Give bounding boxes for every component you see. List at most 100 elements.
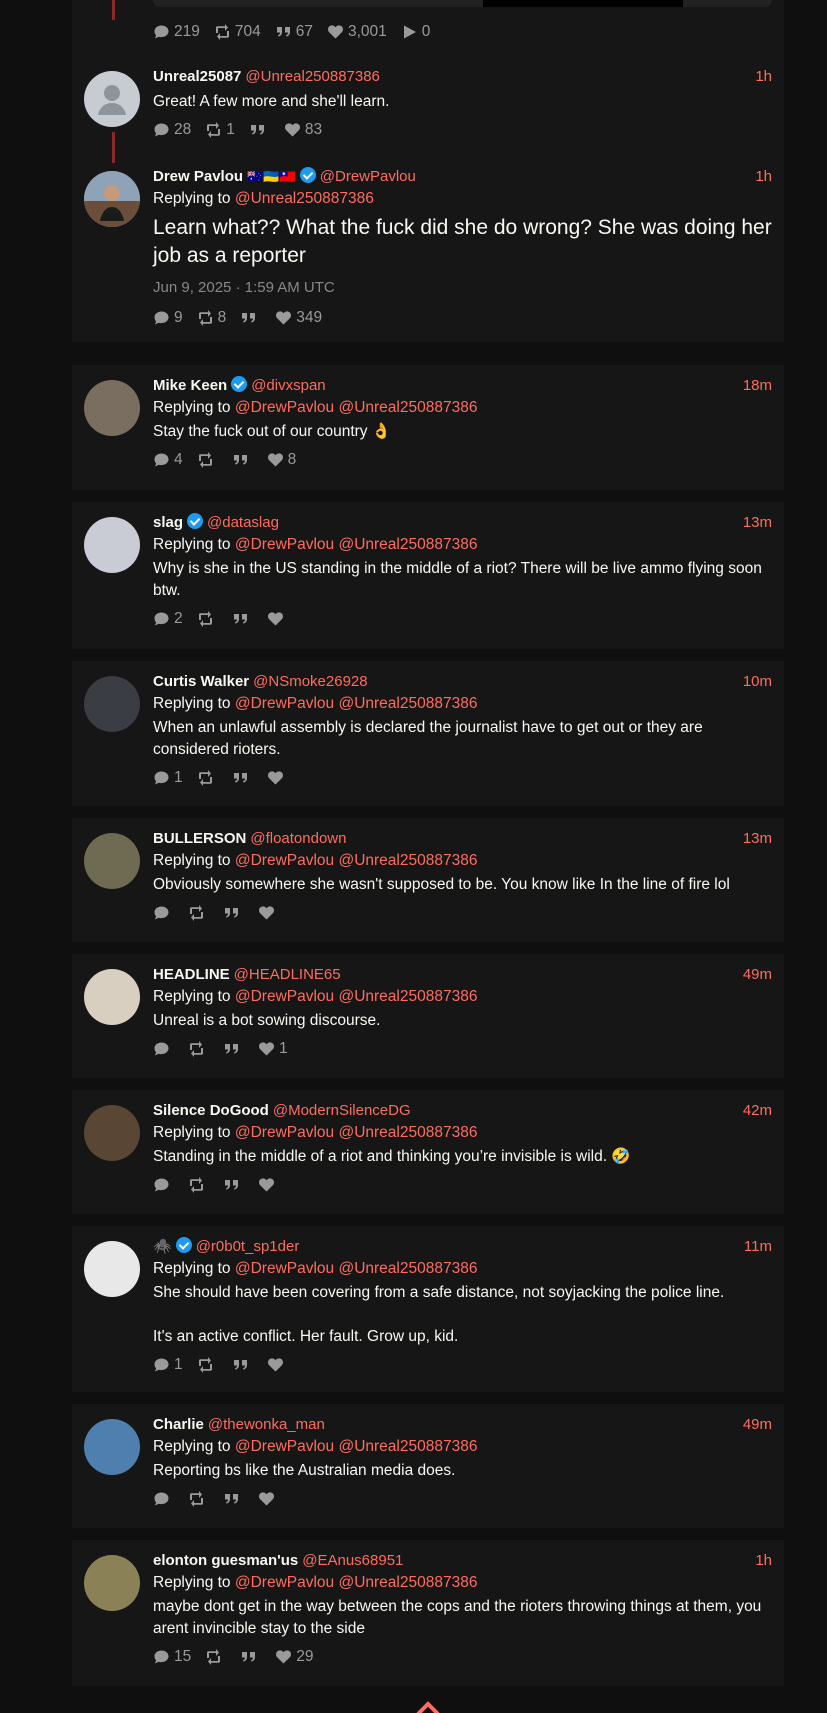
quote-stat[interactable] xyxy=(223,1041,244,1057)
timestamp[interactable]: 1h xyxy=(755,1550,772,1572)
quote-stat[interactable] xyxy=(240,1649,261,1665)
retweet-stat[interactable] xyxy=(188,905,209,921)
timestamp[interactable]: 49m xyxy=(743,1414,772,1436)
comment-stat[interactable]: 15 xyxy=(153,1648,191,1666)
fullname[interactable]: BULLERSON xyxy=(153,830,246,847)
quote-stat[interactable] xyxy=(223,905,244,921)
username[interactable]: @r0b0t_sp1der xyxy=(196,1238,300,1255)
reply-card[interactable]: elonton guesman'us @EAnus68951 1h Replying … xyxy=(72,1540,784,1686)
retweet-stat[interactable]: 1 xyxy=(205,121,235,139)
fullname[interactable]: HEADLINE xyxy=(153,966,230,983)
avatar[interactable] xyxy=(84,969,140,1025)
quote-stat[interactable] xyxy=(232,452,253,468)
avatar[interactable] xyxy=(84,676,140,732)
like-stat[interactable] xyxy=(267,1357,288,1373)
like-stat[interactable] xyxy=(267,611,288,627)
timestamp[interactable]: 1h xyxy=(755,166,772,188)
quote-stat[interactable] xyxy=(232,770,253,786)
comment-stat[interactable] xyxy=(153,1177,174,1193)
mention-link[interactable]: @Unreal250887386 xyxy=(235,190,374,207)
quote-stat[interactable] xyxy=(232,1357,253,1373)
mention-link[interactable]: @DrewPavlou @Unreal250887386 xyxy=(235,695,478,712)
quote-stat[interactable] xyxy=(223,1491,244,1507)
retweet-stat[interactable] xyxy=(188,1177,209,1193)
timestamp[interactable]: 18m xyxy=(743,375,772,397)
like-stat[interactable] xyxy=(258,1491,279,1507)
avatar[interactable] xyxy=(84,171,140,227)
retweet-stat[interactable] xyxy=(197,1357,218,1373)
timestamp[interactable]: 10m xyxy=(743,671,772,693)
like-stat[interactable]: 349 xyxy=(275,309,322,327)
avatar[interactable] xyxy=(84,1105,140,1161)
retweet-stat[interactable] xyxy=(188,1491,209,1507)
retweet-stat[interactable]: 704 xyxy=(214,23,261,41)
timestamp[interactable]: 13m xyxy=(743,512,772,534)
media-preview[interactable] xyxy=(153,0,772,7)
quote-stat[interactable] xyxy=(223,1177,244,1193)
comment-stat[interactable]: 1 xyxy=(153,1356,183,1374)
username[interactable]: @ModernSilenceDG xyxy=(273,1102,411,1119)
avatar[interactable] xyxy=(84,71,140,127)
username[interactable]: @divxspan xyxy=(251,377,325,394)
comment-stat[interactable]: 4 xyxy=(153,451,183,469)
fullname[interactable]: Silence DoGood xyxy=(153,1102,269,1119)
reply-card[interactable]: 🕷️ @r0b0t_sp1der 11m Replying to @DrewPavlo… xyxy=(72,1226,784,1392)
fullname[interactable]: slag xyxy=(153,514,183,531)
comment-stat[interactable]: 1 xyxy=(153,769,183,787)
comment-stat[interactable]: 28 xyxy=(153,121,191,139)
like-stat[interactable]: 3,001 xyxy=(327,23,387,41)
fullname[interactable]: Charlie xyxy=(153,1416,204,1433)
like-stat[interactable]: 29 xyxy=(275,1648,314,1666)
username[interactable]: @dataslag xyxy=(207,514,279,531)
reply-card[interactable]: slag @dataslag 13m Replying to @DrewPavlou … xyxy=(72,502,784,649)
mention-link[interactable]: @DrewPavlou @Unreal250887386 xyxy=(235,1438,478,1455)
avatar[interactable] xyxy=(84,833,140,889)
username[interactable]: @floatondown xyxy=(250,830,346,847)
like-stat[interactable]: 1 xyxy=(258,1040,288,1058)
username[interactable]: @Unreal250887386 xyxy=(245,68,380,85)
username[interactable]: @thewonka_man xyxy=(208,1416,325,1433)
fullname[interactable]: elonton guesman'us xyxy=(153,1552,298,1569)
retweet-stat[interactable] xyxy=(197,611,218,627)
comment-stat[interactable] xyxy=(153,1041,174,1057)
quote-stat[interactable] xyxy=(249,122,270,138)
like-stat[interactable]: 8 xyxy=(267,451,296,469)
username[interactable]: @EAnus68951 xyxy=(302,1552,403,1569)
comment-stat[interactable]: 2 xyxy=(153,610,183,628)
mention-link[interactable]: @DrewPavlou @Unreal250887386 xyxy=(235,1574,478,1591)
fullname[interactable]: 🕷️ xyxy=(153,1238,172,1255)
quote-stat[interactable] xyxy=(240,310,261,326)
quote-stat[interactable]: 67 xyxy=(275,23,313,41)
reply-card[interactable]: Charlie @thewonka_man 49m Replying to @Drew… xyxy=(72,1404,784,1528)
scroll-top-icon[interactable] xyxy=(414,1700,442,1713)
timestamp[interactable]: 49m xyxy=(743,964,772,986)
reply-card[interactable]: Mike Keen @divxspan 18m Replying to @DrewPa… xyxy=(72,365,784,490)
avatar[interactable] xyxy=(84,517,140,573)
fullname[interactable]: Mike Keen xyxy=(153,377,227,394)
reply-card[interactable]: Curtis Walker @NSmoke26928 10m Replying to … xyxy=(72,661,784,806)
avatar[interactable] xyxy=(84,380,140,436)
timestamp[interactable]: 42m xyxy=(743,1100,772,1122)
like-stat[interactable]: 83 xyxy=(284,121,322,139)
timestamp[interactable]: 13m xyxy=(743,828,772,850)
comment-stat[interactable] xyxy=(153,905,174,921)
mention-link[interactable]: @DrewPavlou @Unreal250887386 xyxy=(235,1124,478,1141)
fullname[interactable]: Unreal25087 xyxy=(153,68,241,85)
reply-card[interactable]: Silence DoGood @ModernSilenceDG 42m Replyin… xyxy=(72,1090,784,1214)
reply-card[interactable]: HEADLINE @HEADLINE65 49m Replying to @DrewP… xyxy=(72,954,784,1078)
mention-link[interactable]: @DrewPavlou @Unreal250887386 xyxy=(235,852,478,869)
username[interactable]: @NSmoke26928 xyxy=(253,673,367,690)
fullname[interactable]: Drew Pavlou xyxy=(153,168,243,185)
timestamp[interactable]: 1h xyxy=(755,66,772,88)
fullname[interactable]: Curtis Walker xyxy=(153,673,249,690)
retweet-stat[interactable] xyxy=(205,1649,226,1665)
avatar[interactable] xyxy=(84,1555,140,1611)
avatar[interactable] xyxy=(84,1241,140,1297)
comment-stat[interactable]: 9 xyxy=(153,309,183,327)
quote-stat[interactable] xyxy=(232,611,253,627)
username[interactable]: @DrewPavlou xyxy=(320,168,416,185)
reply-card[interactable]: BULLERSON @floatondown 13m Replying to @Dre… xyxy=(72,818,784,942)
tweet-date[interactable]: Jun 9, 2025 · 1:59 AM UTC xyxy=(153,278,772,298)
avatar[interactable] xyxy=(84,1419,140,1475)
retweet-stat[interactable]: 8 xyxy=(197,309,226,327)
